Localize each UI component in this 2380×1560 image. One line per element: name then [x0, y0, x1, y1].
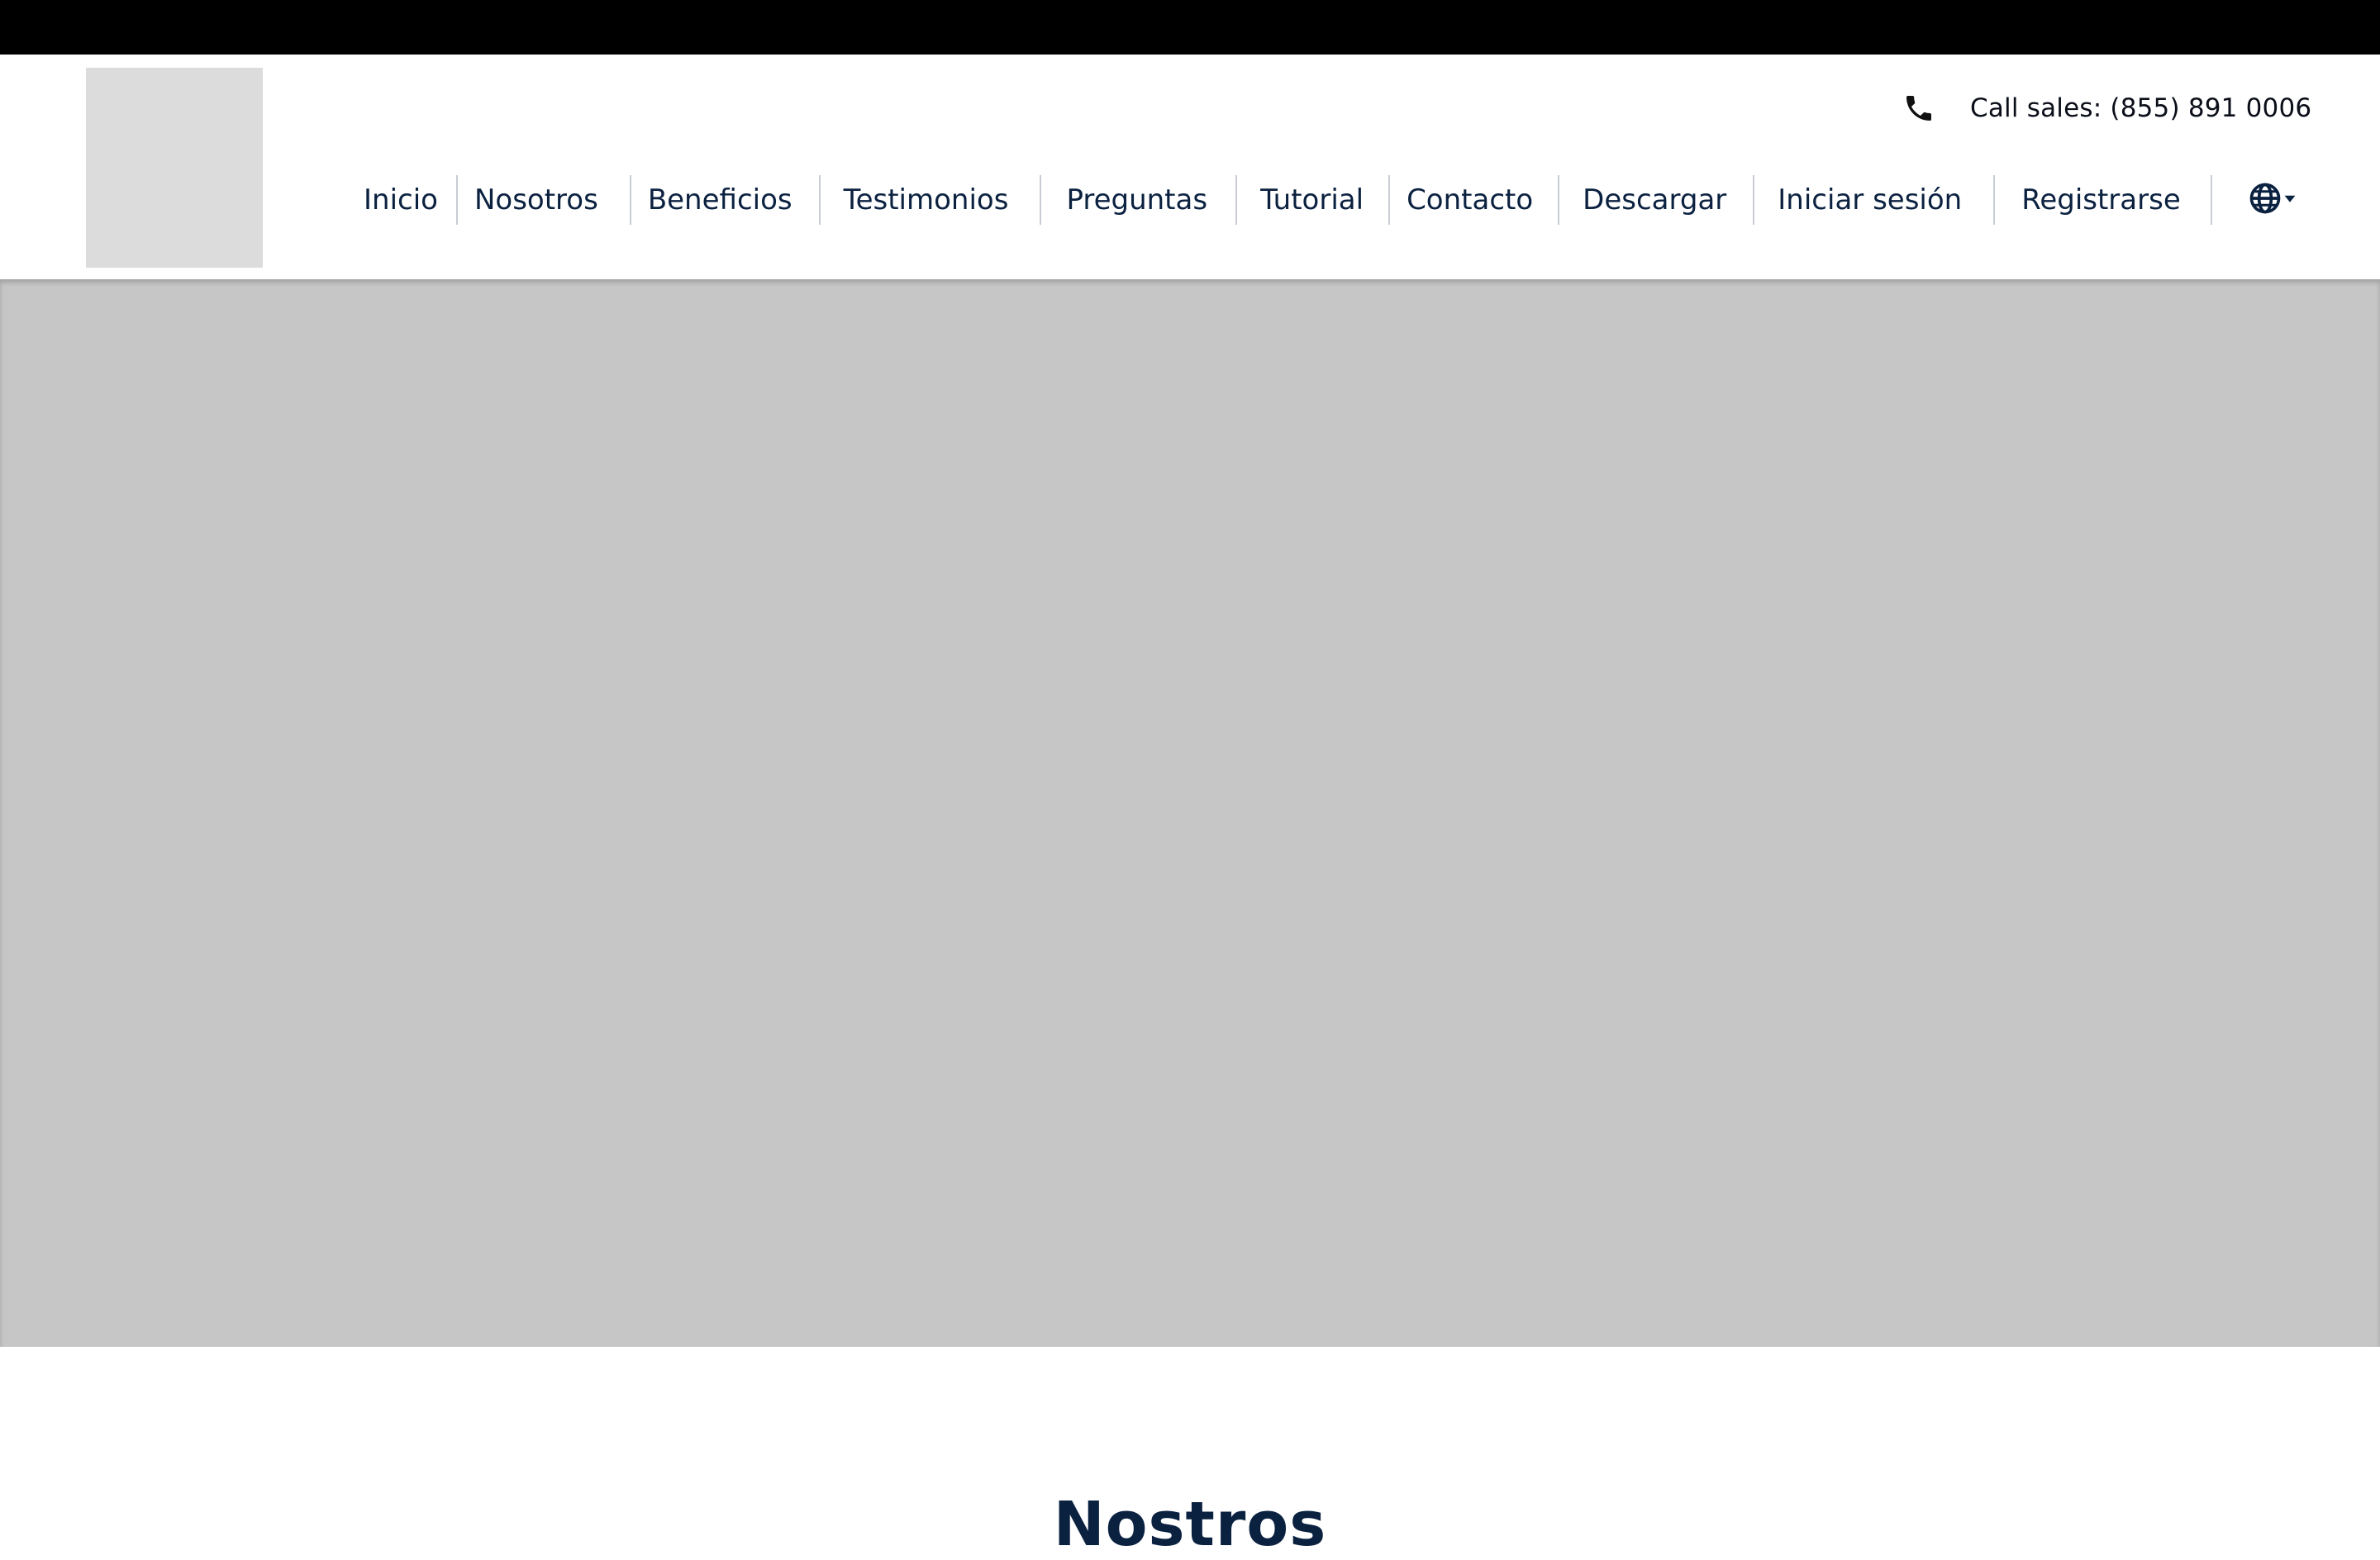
nav-divider — [2210, 175, 2212, 225]
nav-divider — [1558, 175, 1560, 225]
nav-item-testimonios[interactable]: Testimonios — [844, 175, 1009, 225]
nav-item-inicio[interactable]: Inicio — [364, 175, 438, 225]
nav-item-tutorial[interactable]: Tutorial — [1260, 175, 1364, 225]
hero-image-placeholder — [0, 279, 2380, 1347]
nav-item-registrarse[interactable]: Registrarse — [2021, 175, 2181, 225]
nav-item-beneficios[interactable]: Beneficios — [648, 175, 793, 225]
chevron-down-icon — [2283, 192, 2297, 208]
top-bar — [0, 0, 2380, 55]
nav-divider — [1753, 175, 1755, 225]
language-selector[interactable] — [2247, 180, 2297, 220]
nav-divider — [455, 175, 458, 225]
nav-item-nosotros[interactable]: Nosotros — [474, 175, 598, 225]
nav-item-descargar[interactable]: Descargar — [1583, 175, 1726, 225]
nav-item-contacto[interactable]: Contacto — [1407, 175, 1533, 225]
site-header: Call sales: (855) 891 0006 Inicio Nosotr… — [0, 55, 2380, 279]
logo[interactable] — [86, 68, 263, 268]
main-nav: Inicio Nosotros Beneficios Testimonios P… — [364, 170, 2297, 230]
nav-divider — [1388, 175, 1391, 225]
sales-contact[interactable]: Call sales: (855) 891 0006 — [1901, 86, 2311, 131]
phone-icon — [1901, 90, 1937, 126]
nav-divider — [1993, 175, 1996, 225]
sales-phone-text: Call sales: (855) 891 0006 — [1970, 93, 2312, 123]
globe-icon — [2247, 180, 2283, 220]
nav-item-iniciar-sesion[interactable]: Iniciar sesión — [1778, 175, 1962, 225]
nav-item-preguntas[interactable]: Preguntas — [1066, 175, 1207, 225]
nav-divider — [818, 175, 821, 225]
nav-divider — [629, 175, 631, 225]
nav-divider — [1040, 175, 1042, 225]
nav-divider — [1235, 175, 1238, 225]
section-title: Nostros — [1053, 1488, 1327, 1560]
